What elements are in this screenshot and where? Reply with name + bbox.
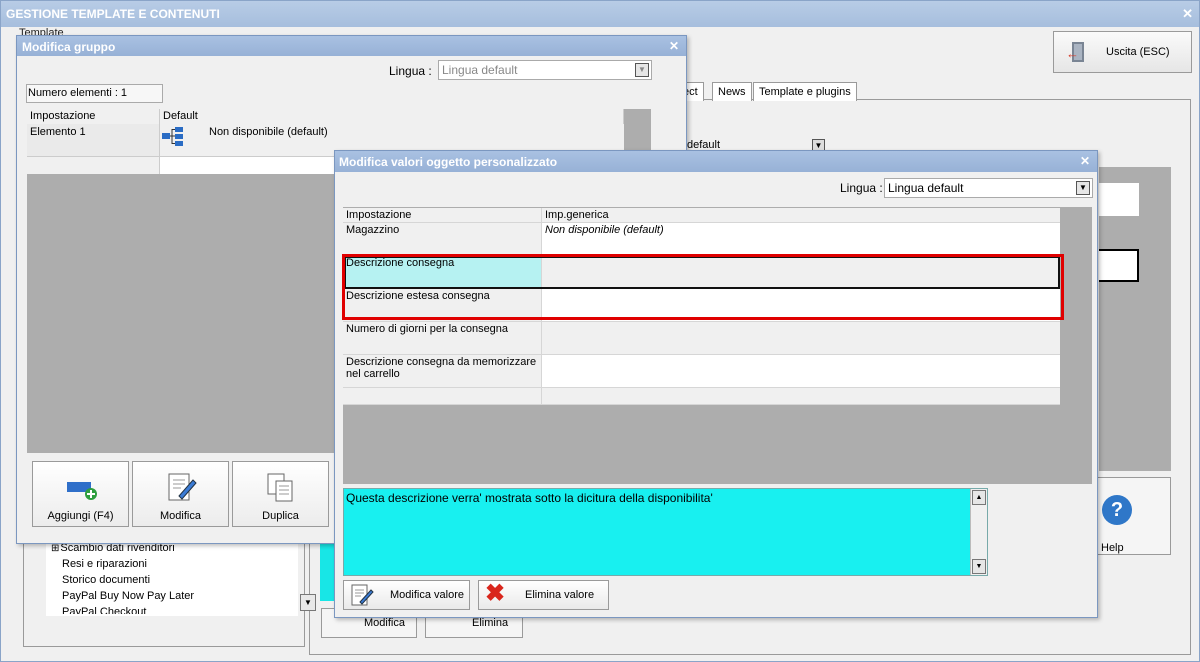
values-row[interactable]: Descrizione consegna da memorizzare nel … xyxy=(343,355,1060,388)
tree-item[interactable]: PayPal Checkout xyxy=(46,606,298,614)
main-description-area xyxy=(320,537,335,601)
tree-item-label: PayPal Checkout xyxy=(62,606,147,614)
scroll-up-icon[interactable]: ▲ xyxy=(972,490,986,505)
help-icon: ? xyxy=(1102,495,1132,525)
values-row-value: Non disponibile (default) xyxy=(542,223,1060,256)
tree-item[interactable]: ⊞Scambio dati rivenditori xyxy=(46,542,298,558)
values-row[interactable]: Numero di giorni per la consegna xyxy=(343,322,1060,355)
values-col-imp-generica: Imp.generica xyxy=(542,208,1060,223)
values-dialog-title: Modifica valori oggetto personalizzato xyxy=(335,151,1097,172)
description-scrollbar[interactable]: ▲ ▼ xyxy=(970,489,987,575)
main-grid-cell-selected xyxy=(1099,249,1139,282)
modify-button[interactable]: Modifica xyxy=(132,461,229,527)
highlight-box xyxy=(342,254,1064,320)
values-row-name: Descrizione consegna da memorizzare nel … xyxy=(343,355,542,388)
add-button-label: Aggiungi (F4) xyxy=(47,510,114,522)
tree-item-label: Resi e riparazioni xyxy=(62,558,147,570)
values-row-value xyxy=(542,355,1060,388)
expand-plus-icon[interactable]: ⊞ xyxy=(51,543,59,554)
delete-x-icon: ✖ xyxy=(485,580,506,607)
exit-door-icon: ← xyxy=(1066,41,1088,63)
edit-document-icon xyxy=(168,473,197,501)
values-row-name: Numero di giorni per la consegna xyxy=(343,322,542,355)
help-button[interactable]: ? Help xyxy=(1094,477,1171,555)
group-lingua-value: Lingua default xyxy=(442,63,518,77)
exit-button[interactable]: ← Uscita (ESC) xyxy=(1053,31,1192,73)
values-empty-cell xyxy=(542,388,1060,405)
values-lingua-select[interactable]: Lingua default ▼ xyxy=(884,178,1093,198)
main-close-icon[interactable]: ✕ xyxy=(1182,6,1193,22)
values-lingua-label: Lingua : xyxy=(840,181,883,195)
duplicate-button-label: Duplica xyxy=(262,510,299,522)
values-row-value xyxy=(542,322,1060,355)
add-button[interactable]: Aggiungi (F4) xyxy=(32,461,129,527)
main-window-title: GESTIONE TEMPLATE E CONTENUTI xyxy=(1,1,1199,27)
group-col-default: Default xyxy=(160,109,624,124)
delete-value-button[interactable]: ✖ Elimina valore xyxy=(478,580,609,610)
modify-value-label: Modifica valore xyxy=(390,589,464,601)
group-col-impostazione: Impostazione xyxy=(27,109,160,124)
values-col-impostazione: Impostazione xyxy=(343,208,542,223)
description-textarea[interactable]: Questa descrizione verra' mostrata sotto… xyxy=(343,488,988,576)
hierarchy-icon xyxy=(162,127,183,146)
help-button-label: Help xyxy=(1101,542,1124,554)
description-text: Questa descrizione verra' mostrata sotto… xyxy=(346,491,713,505)
tree-panel: ⊞Scambio dati rivenditori Resi e riparaz… xyxy=(23,537,316,647)
duplicate-button[interactable]: Duplica xyxy=(232,461,329,527)
chevron-down-icon: ▼ xyxy=(635,63,649,77)
exit-button-label: Uscita (ESC) xyxy=(1106,46,1170,58)
tree-list: ⊞Scambio dati rivenditori Resi e riparaz… xyxy=(46,542,298,616)
values-dialog: Modifica valori oggetto personalizzato ✕… xyxy=(334,150,1098,618)
group-grid-empty-row xyxy=(27,157,160,174)
scroll-down-icon[interactable]: ▼ xyxy=(300,594,316,611)
tab-news[interactable]: News xyxy=(712,82,752,101)
add-item-icon xyxy=(67,482,97,500)
edit-document-icon xyxy=(351,584,374,606)
duplicate-icon xyxy=(267,473,293,502)
tree-item[interactable]: PayPal Buy Now Pay Later xyxy=(46,590,298,606)
chevron-down-icon: ▼ xyxy=(1076,181,1090,195)
values-grid-empty-row xyxy=(343,388,1060,405)
values-lingua-value: Lingua default xyxy=(888,181,964,195)
scroll-down-icon[interactable]: ▼ xyxy=(972,559,986,574)
tree-item-label: PayPal Buy Now Pay Later xyxy=(62,590,195,602)
main-modify-label: Modifica xyxy=(364,617,405,629)
tree-item[interactable]: Resi e riparazioni xyxy=(46,558,298,574)
main-grid-area xyxy=(1099,167,1171,471)
values-grid-header: Impostazione Imp.generica xyxy=(343,208,1060,223)
group-dialog-title: Modifica gruppo xyxy=(17,36,686,56)
group-dialog-close-icon[interactable]: ✕ xyxy=(669,39,679,53)
values-empty-cell xyxy=(343,388,542,405)
modify-value-button[interactable]: Modifica valore xyxy=(343,580,470,610)
group-lingua-select[interactable]: Lingua default ▼ xyxy=(438,60,652,80)
tree-item-label: Storico documenti xyxy=(62,574,151,586)
values-row[interactable]: Magazzino Non disponibile (default) xyxy=(343,223,1060,256)
main-delete-label: Elimina xyxy=(472,617,509,629)
group-lingua-label: Lingua : xyxy=(389,64,432,78)
modify-button-label: Modifica xyxy=(160,510,201,522)
group-count-label: Numero elementi : 1 xyxy=(26,84,163,103)
delete-value-label: Elimina valore xyxy=(525,589,595,601)
main-grid-cell xyxy=(1099,183,1139,216)
values-grid: Impostazione Imp.generica Magazzino Non … xyxy=(343,207,1092,484)
group-row-value: Non disponibile (default) xyxy=(209,126,328,138)
values-dialog-close-icon[interactable]: ✕ xyxy=(1080,154,1090,168)
tab-template-plugins[interactable]: Template e plugins xyxy=(753,82,857,101)
values-row-name: Magazzino xyxy=(343,223,542,256)
group-row-name[interactable]: Elemento 1 xyxy=(27,124,160,157)
tree-item[interactable]: Storico documenti xyxy=(46,574,298,590)
